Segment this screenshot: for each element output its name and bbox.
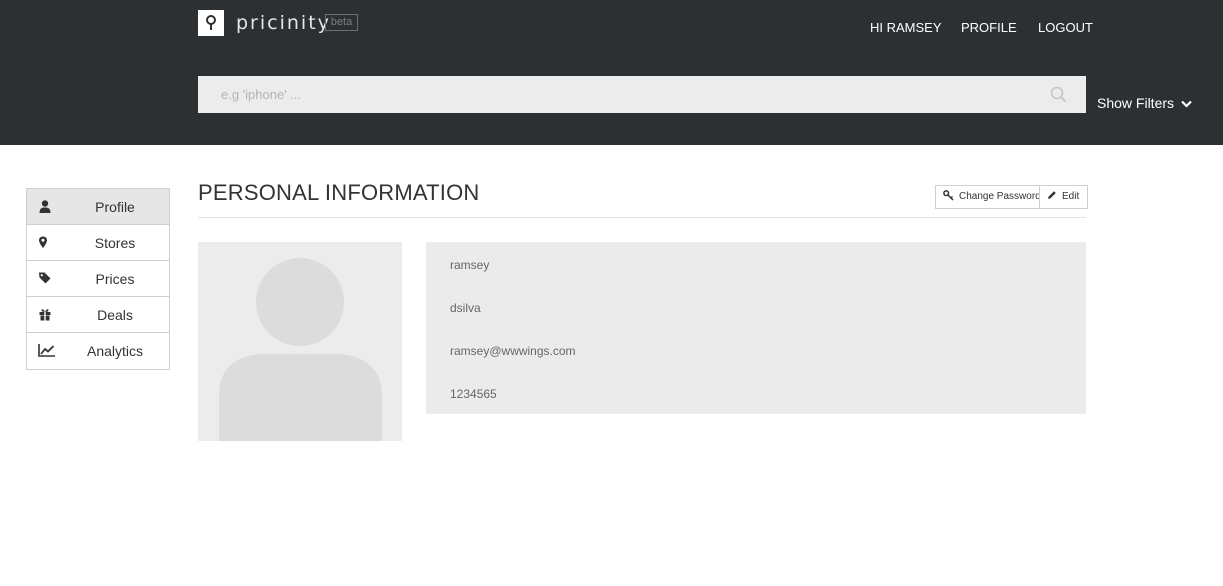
search-bar	[198, 76, 1086, 113]
change-password-button[interactable]: Change Password	[935, 185, 1050, 209]
phone-value: 1234565	[450, 387, 497, 401]
title-divider	[198, 217, 1086, 218]
show-filters-label: Show Filters	[1097, 95, 1175, 111]
logo-icon[interactable]	[198, 10, 224, 36]
beta-badge: beta	[325, 14, 358, 31]
sidebar-item-label: Deals	[97, 307, 133, 323]
email-value: ramsey@wwwings.com	[450, 344, 576, 358]
map-marker-icon	[38, 235, 54, 251]
sidebar-item-prices[interactable]: Prices	[27, 261, 169, 297]
nav-logout-link[interactable]: LOGOUT	[1038, 20, 1093, 35]
key-icon	[943, 190, 954, 201]
brand-name[interactable]: pricinity	[236, 12, 331, 34]
sidebar-item-analytics[interactable]: Analytics	[27, 333, 169, 369]
search-icon[interactable]	[1050, 86, 1067, 108]
sidebar-item-label: Prices	[95, 271, 135, 287]
top-header: pricinity beta HI RAMSEY PROFILE LOGOUT …	[0, 0, 1223, 145]
edit-label: Edit	[1062, 191, 1080, 202]
sidebar-item-deals[interactable]: Deals	[27, 297, 169, 333]
sidebar-item-label: Analytics	[86, 343, 144, 359]
avatar-placeholder	[198, 242, 402, 441]
search-input[interactable]	[198, 76, 1038, 113]
edit-button[interactable]: Edit	[1039, 185, 1089, 209]
user-icon	[38, 199, 54, 215]
sidebar-item-label: Stores	[94, 235, 136, 251]
nav-greeting-link[interactable]: HI RAMSEY	[870, 20, 942, 35]
show-filters-toggle[interactable]: Show Filters	[1097, 95, 1192, 111]
change-password-label: Change Password	[959, 191, 1041, 202]
gift-icon	[38, 307, 54, 323]
pencil-icon	[1048, 191, 1056, 200]
sidebar-item-label: Profile	[95, 199, 135, 215]
last-name-value: dsilva	[450, 301, 481, 315]
sidebar-nav: Profile Stores Prices Deals Analytics	[26, 188, 170, 370]
chevron-down-icon	[1181, 101, 1192, 108]
line-chart-icon	[38, 343, 55, 359]
map-pin-icon	[206, 15, 216, 30]
profile-info-panel: ramsey dsilva ramsey@wwwings.com 1234565	[426, 242, 1086, 414]
page-title: PERSONAL INFORMATION	[198, 180, 480, 205]
nav-profile-link[interactable]: PROFILE	[961, 20, 1017, 35]
sidebar-item-stores[interactable]: Stores	[27, 225, 169, 261]
first-name-value: ramsey	[450, 258, 490, 272]
sidebar-item-profile[interactable]: Profile	[27, 189, 169, 225]
tag-icon	[38, 271, 54, 287]
default-avatar-icon	[219, 258, 382, 441]
